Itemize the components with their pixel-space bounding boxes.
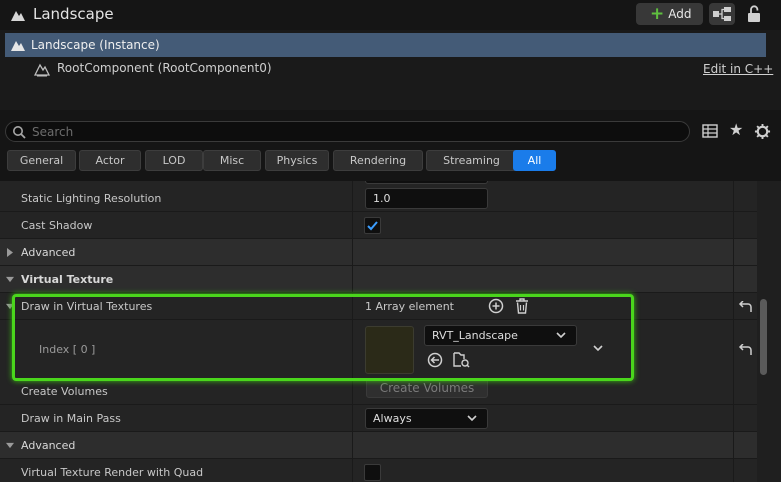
- details-header: Landscape + Add: [0, 0, 781, 30]
- property-label: Cast Shadow: [21, 219, 93, 232]
- filter-general[interactable]: General: [7, 150, 76, 171]
- component-root-row[interactable]: RootComponent (RootComponent0) Edit in C…: [0, 58, 781, 80]
- filter-lod[interactable]: LOD: [145, 150, 203, 171]
- component-instance-row[interactable]: Landscape (Instance): [5, 33, 766, 57]
- search-box[interactable]: [5, 121, 690, 142]
- search-input[interactable]: [32, 123, 672, 140]
- section-advanced[interactable]: Advanced: [0, 239, 757, 266]
- filter-all[interactable]: All: [513, 150, 556, 171]
- landscape-instance-icon: [11, 41, 25, 51]
- blueprint-button[interactable]: [709, 3, 735, 25]
- filter-misc[interactable]: Misc: [203, 150, 261, 171]
- scene-component-icon: [34, 63, 50, 77]
- hierarchy-icon: [713, 7, 731, 21]
- property-label: Static Lighting Resolution: [21, 192, 162, 205]
- clipped-field: [365, 181, 488, 184]
- actor-title: Landscape: [33, 5, 114, 23]
- property-row: Draw in Main Pass Always: [0, 405, 757, 432]
- root-component-label: RootComponent (RootComponent0): [57, 61, 272, 75]
- chevron-down-icon: [467, 415, 477, 422]
- gear-icon[interactable]: [754, 123, 771, 140]
- property-label: Draw in Main Pass: [21, 412, 121, 425]
- add-component-button[interactable]: + Add: [636, 3, 703, 25]
- section-advanced-2[interactable]: Advanced: [0, 432, 757, 459]
- property-label: Virtual Texture Render with Quad: [21, 466, 204, 479]
- section-virtual-texture[interactable]: Virtual Texture: [0, 266, 757, 293]
- chevron-down-icon: [6, 442, 14, 449]
- filter-rendering[interactable]: Rendering: [333, 150, 423, 171]
- static-lighting-resolution-field[interactable]: 1.0: [365, 188, 488, 209]
- filter-streaming[interactable]: Streaming: [426, 150, 517, 171]
- property-row: Static Lighting Resolution 1.0: [0, 185, 757, 212]
- property-label: Create Volumes: [21, 385, 108, 398]
- property-row: Cast Shadow: [0, 212, 757, 239]
- filter-physics[interactable]: Physics: [265, 150, 329, 171]
- property-matrix-icon[interactable]: [702, 123, 718, 139]
- scrollbar-thumb[interactable]: [760, 299, 767, 375]
- plus-icon: +: [650, 3, 665, 24]
- reset-to-default-icon[interactable]: [738, 344, 752, 356]
- create-volumes-button[interactable]: Create Volumes: [366, 378, 488, 398]
- section-label: Advanced: [21, 439, 76, 452]
- instance-label: Landscape (Instance): [31, 38, 160, 52]
- section-label: Virtual Texture: [21, 273, 114, 286]
- chevron-down-icon: [6, 276, 14, 283]
- column-divider-right: [733, 181, 734, 482]
- add-label: Add: [668, 7, 692, 21]
- chevron-right-icon: [7, 248, 13, 257]
- vt-render-quad-checkbox[interactable]: [364, 464, 381, 481]
- reset-to-default-icon[interactable]: [738, 301, 752, 313]
- unlock-icon[interactable]: [744, 4, 764, 24]
- cast-shadow-checkbox[interactable]: [364, 217, 381, 234]
- component-tree: Landscape (Instance) RootComponent (Root…: [0, 30, 781, 110]
- section-label: Advanced: [21, 246, 76, 259]
- draw-main-pass-dropdown[interactable]: Always: [365, 408, 488, 429]
- edit-in-cpp-link[interactable]: Edit in C++: [703, 62, 773, 76]
- landscape-icon: [11, 11, 25, 21]
- favorites-star-icon[interactable]: ★: [729, 121, 745, 139]
- property-row: Create Volumes Create Volumes: [0, 378, 757, 405]
- filter-actor[interactable]: Actor: [79, 150, 141, 171]
- property-row: Virtual Texture Render with Quad: [0, 459, 757, 482]
- search-icon: [13, 126, 26, 139]
- dropdown-value: Always: [373, 412, 412, 425]
- highlight-box: [12, 294, 634, 381]
- property-list: Static Lighting Resolution 1.0 Cast Shad…: [0, 181, 781, 482]
- checkmark-icon: [367, 221, 378, 231]
